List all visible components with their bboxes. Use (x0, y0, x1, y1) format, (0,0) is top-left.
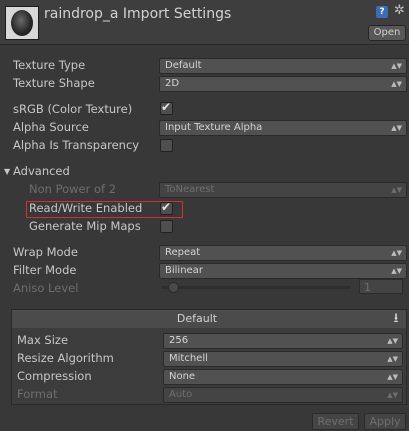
texture-type-value: Default (165, 60, 202, 71)
alpha-source-value: Input Texture Alpha (165, 122, 263, 133)
read-write-label: Read/Write Enabled (29, 201, 143, 215)
aniso-level-label: Aniso Level (13, 281, 79, 295)
inspector-header: raindrop_a Import Settings ? ✲ Open (0, 0, 409, 45)
download-icon[interactable]: ⭳ (388, 311, 404, 327)
texture-shape-dropdown[interactable]: 2D ▲▼ (159, 76, 407, 92)
resize-algorithm-dropdown[interactable]: Mitchell ▲▼ (163, 351, 403, 367)
foldout-arrow-icon[interactable]: ▼ (4, 167, 10, 176)
alpha-source-label: Alpha Source (13, 120, 89, 134)
texture-type-label: Texture Type (13, 58, 86, 72)
mip-maps-checkbox[interactable] (160, 220, 173, 233)
advanced-foldout-label[interactable]: Advanced (13, 164, 70, 178)
alpha-transparency-checkbox[interactable] (160, 139, 173, 152)
open-button[interactable]: Open (368, 25, 406, 41)
wrap-mode-value: Repeat (165, 247, 201, 258)
dropdown-arrow-icon: ▲▼ (391, 267, 402, 275)
dropdown-arrow-icon: ▲▼ (391, 124, 402, 132)
texture-shape-value: 2D (165, 78, 180, 89)
wrap-mode-dropdown[interactable]: Repeat ▲▼ (159, 245, 407, 261)
dropdown-arrow-icon: ▲▼ (391, 62, 402, 70)
non-power-of-2-dropdown: ToNearest ▲▼ (159, 182, 407, 198)
revert-button[interactable]: Revert (312, 413, 359, 430)
dropdown-arrow-icon: ▲▼ (391, 186, 402, 194)
help-icon[interactable]: ? (376, 6, 388, 18)
srgb-label: sRGB (Color Texture) (13, 102, 133, 116)
resize-algorithm-value: Mitchell (169, 353, 208, 364)
format-dropdown: Auto ▲▼ (163, 387, 403, 403)
compression-label: Compression (17, 369, 92, 383)
non-power-of-2-value: ToNearest (165, 184, 215, 195)
max-size-value: 256 (169, 335, 189, 346)
aniso-slider-track (161, 286, 351, 289)
max-size-dropdown[interactable]: 256 ▲▼ (163, 333, 403, 349)
dropdown-arrow-icon: ▲▼ (387, 391, 398, 399)
read-write-checkbox[interactable]: ✔ (160, 200, 173, 215)
apply-button[interactable]: Apply (364, 413, 406, 430)
dropdown-arrow-icon: ▲▼ (391, 80, 402, 88)
checkmark-icon: ✔ (161, 200, 172, 214)
format-value: Auto (169, 389, 193, 400)
dropdown-arrow-icon: ▲▼ (387, 373, 398, 381)
mip-maps-label: Generate Mip Maps (29, 219, 141, 233)
format-label: Format (17, 387, 58, 401)
texture-shape-label: Texture Shape (13, 76, 95, 90)
dropdown-arrow-icon: ▲▼ (387, 337, 398, 345)
platform-tab-bar: Default ⭳ (11, 309, 407, 329)
compression-dropdown[interactable]: None ▲▼ (163, 369, 403, 385)
dropdown-arrow-icon: ▲▼ (387, 355, 398, 363)
aniso-level-field: 1 (359, 279, 403, 294)
alpha-transparency-label: Alpha Is Transparency (13, 138, 140, 152)
resize-algorithm-label: Resize Algorithm (17, 351, 114, 365)
max-size-label: Max Size (17, 333, 69, 347)
compression-value: None (169, 371, 196, 382)
header-title: raindrop_a Import Settings (44, 6, 232, 22)
texture-type-dropdown[interactable]: Default ▲▼ (159, 58, 407, 74)
non-power-of-2-label: Non Power of 2 (29, 182, 117, 196)
srgb-checkbox[interactable]: ✔ (160, 100, 173, 115)
gear-icon[interactable]: ✲ (394, 3, 405, 18)
checkmark-icon: ✔ (161, 100, 172, 114)
alpha-source-dropdown[interactable]: Input Texture Alpha ▲▼ (159, 120, 407, 136)
aniso-slider-knob (168, 282, 179, 293)
wrap-mode-label: Wrap Mode (13, 245, 78, 259)
filter-mode-dropdown[interactable]: Bilinear ▲▼ (159, 263, 407, 279)
platform-tab-default[interactable]: Default (12, 310, 382, 328)
filter-mode-value: Bilinear (165, 265, 203, 276)
filter-mode-label: Filter Mode (13, 263, 77, 277)
texture-thumbnail (5, 6, 39, 40)
dropdown-arrow-icon: ▲▼ (391, 249, 402, 257)
